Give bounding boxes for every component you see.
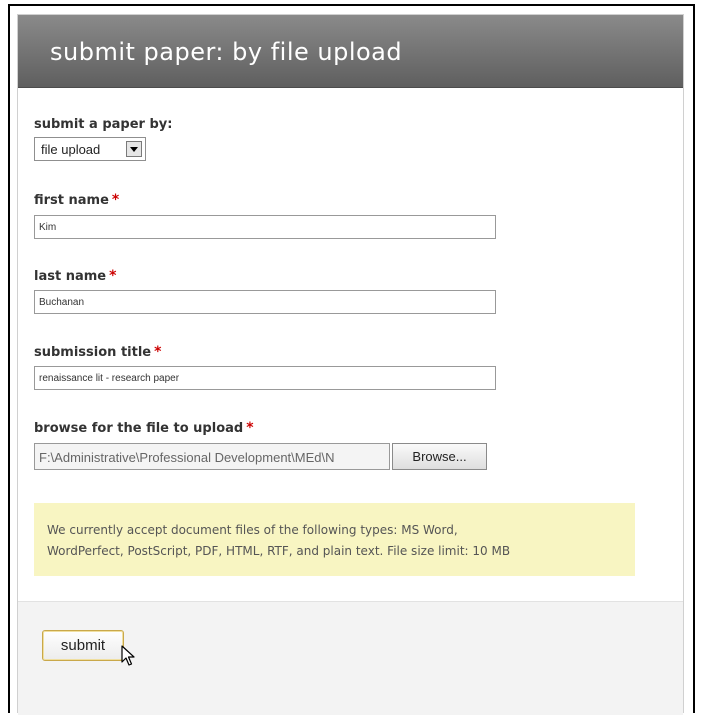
submission-title-label: submission title *: [34, 344, 162, 360]
first-name-label: first name *: [34, 192, 120, 208]
required-marker: *: [246, 420, 254, 436]
note-line-2: WordPerfect, PostScript, PDF, HTML, RTF,…: [47, 544, 511, 558]
file-upload-label: browse for the file to upload *: [34, 420, 254, 436]
submit-method-value: file upload: [41, 142, 101, 157]
last-name-field[interactable]: [34, 290, 496, 314]
first-name-field[interactable]: [34, 215, 496, 239]
last-name-label: last name *: [34, 268, 117, 284]
file-types-note: We currently accept document files of th…: [34, 503, 635, 576]
chevron-down-icon[interactable]: [126, 141, 142, 157]
required-marker: *: [109, 268, 117, 284]
panel-header: submit paper: by file upload: [18, 15, 683, 88]
required-marker: *: [154, 344, 162, 360]
note-line-1: We currently accept document files of th…: [47, 523, 458, 537]
browse-button[interactable]: Browse...: [392, 443, 487, 470]
submit-by-label: submit a paper by:: [34, 117, 173, 132]
file-path-field[interactable]: F:\Administrative\Professional Developme…: [34, 443, 390, 470]
submit-button[interactable]: submit: [42, 630, 124, 661]
submit-method-select[interactable]: file upload: [34, 137, 146, 161]
page-title: submit paper: by file upload: [50, 38, 403, 66]
mouse-pointer-icon: [121, 645, 135, 666]
submission-title-field[interactable]: [34, 366, 496, 390]
required-marker: *: [111, 192, 120, 208]
